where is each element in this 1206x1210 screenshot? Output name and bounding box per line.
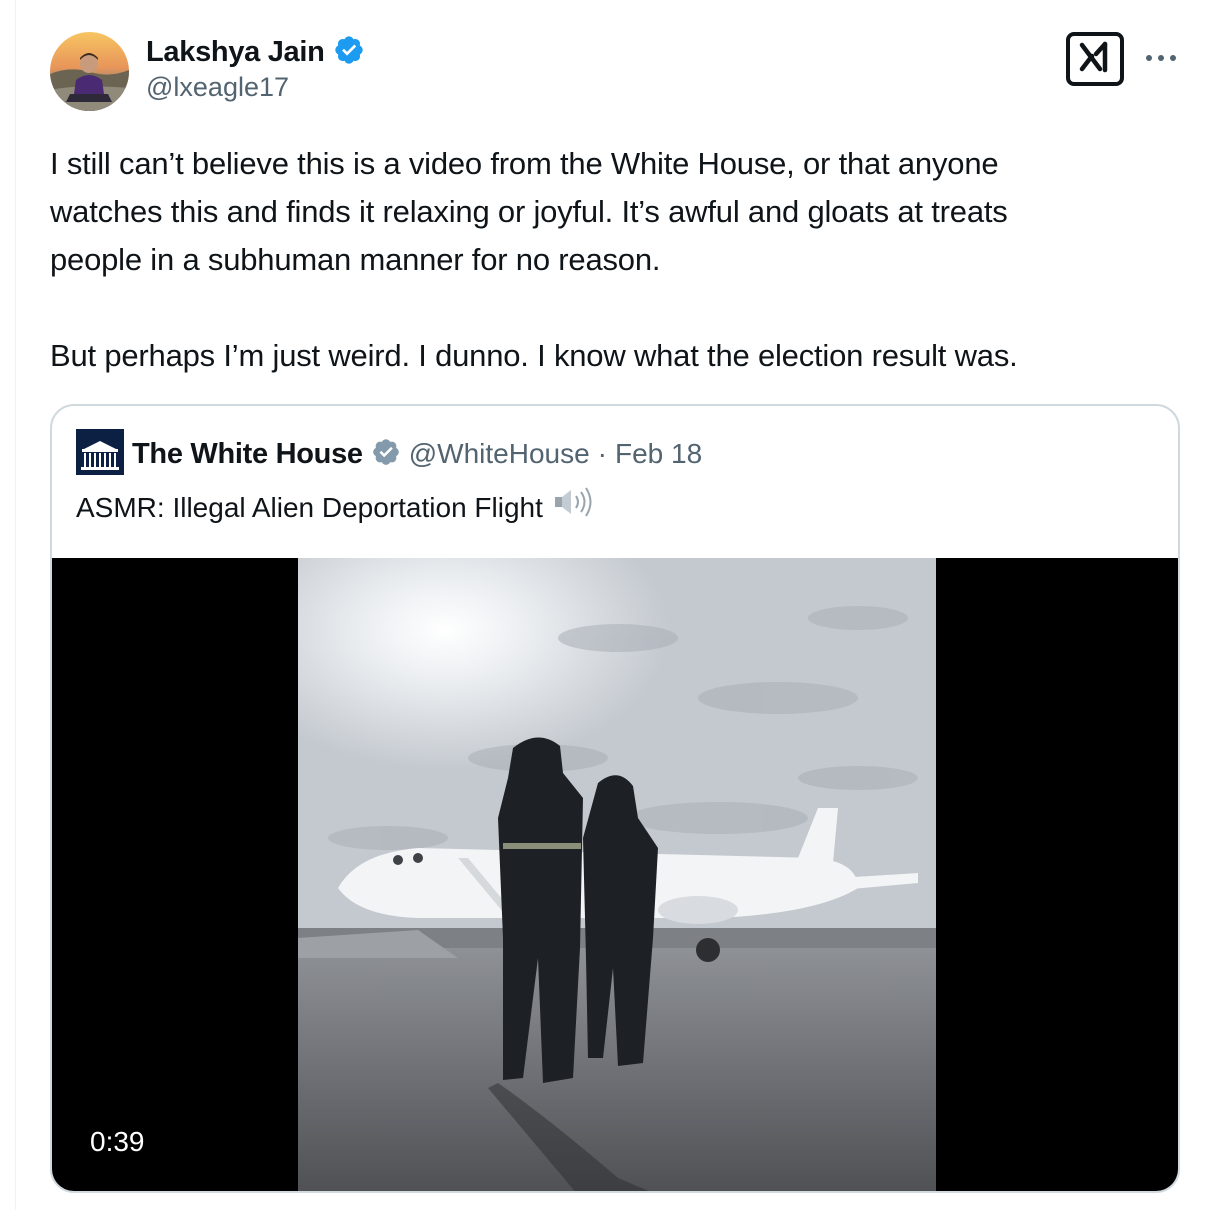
video-duration-badge: 0:39	[90, 1126, 145, 1157]
verified-badge-icon	[333, 34, 365, 71]
post-text-line: But perhaps I’m just weird. I dunno. I k…	[50, 338, 1018, 373]
speaker-high-volume-icon	[553, 486, 593, 529]
author-name-row: Lakshya Jain	[146, 32, 365, 72]
author-avatar[interactable]	[50, 32, 129, 111]
quoted-post-text: ASMR: Illegal Alien Deportation Flight	[76, 491, 543, 523]
more-options-button[interactable]	[1144, 42, 1178, 76]
paragraph-break	[50, 284, 1190, 332]
timeline-divider	[15, 0, 16, 1210]
gray-verified-icon	[371, 437, 401, 472]
video-thumbnail	[298, 558, 936, 1191]
quoted-author-name[interactable]: The White House	[132, 438, 363, 471]
more-horizontal-icon	[1145, 50, 1177, 68]
quoted-post-text-row: ASMR: Illegal Alien Deportation Flight	[76, 486, 593, 529]
meta-separator: ·	[597, 438, 607, 469]
video-player[interactable]: 0:39	[52, 558, 1178, 1191]
quoted-post-header: The White House @WhiteHouse · Feb 18	[76, 428, 702, 476]
quoted-post-date[interactable]: Feb 18	[615, 438, 702, 470]
post-text-line: people in a subhuman manner for no reaso…	[50, 242, 661, 277]
grok-icon	[1078, 41, 1112, 78]
white-house-logo[interactable]	[76, 428, 124, 480]
quoted-post-card[interactable]: The White House @WhiteHouse · Feb 18 ASM…	[50, 404, 1180, 1193]
quoted-author-handle[interactable]: @WhiteHouse	[409, 438, 590, 470]
post-text: I still can’t believe this is a video fr…	[50, 140, 1190, 380]
post-text-line: I still can’t believe this is a video fr…	[50, 146, 999, 181]
grok-button[interactable]	[1066, 32, 1124, 86]
post-text-line: watches this and finds it relaxing or jo…	[50, 194, 1008, 229]
author-name[interactable]: Lakshya Jain	[146, 36, 325, 69]
author-handle[interactable]: @lxeagle17	[146, 72, 289, 103]
